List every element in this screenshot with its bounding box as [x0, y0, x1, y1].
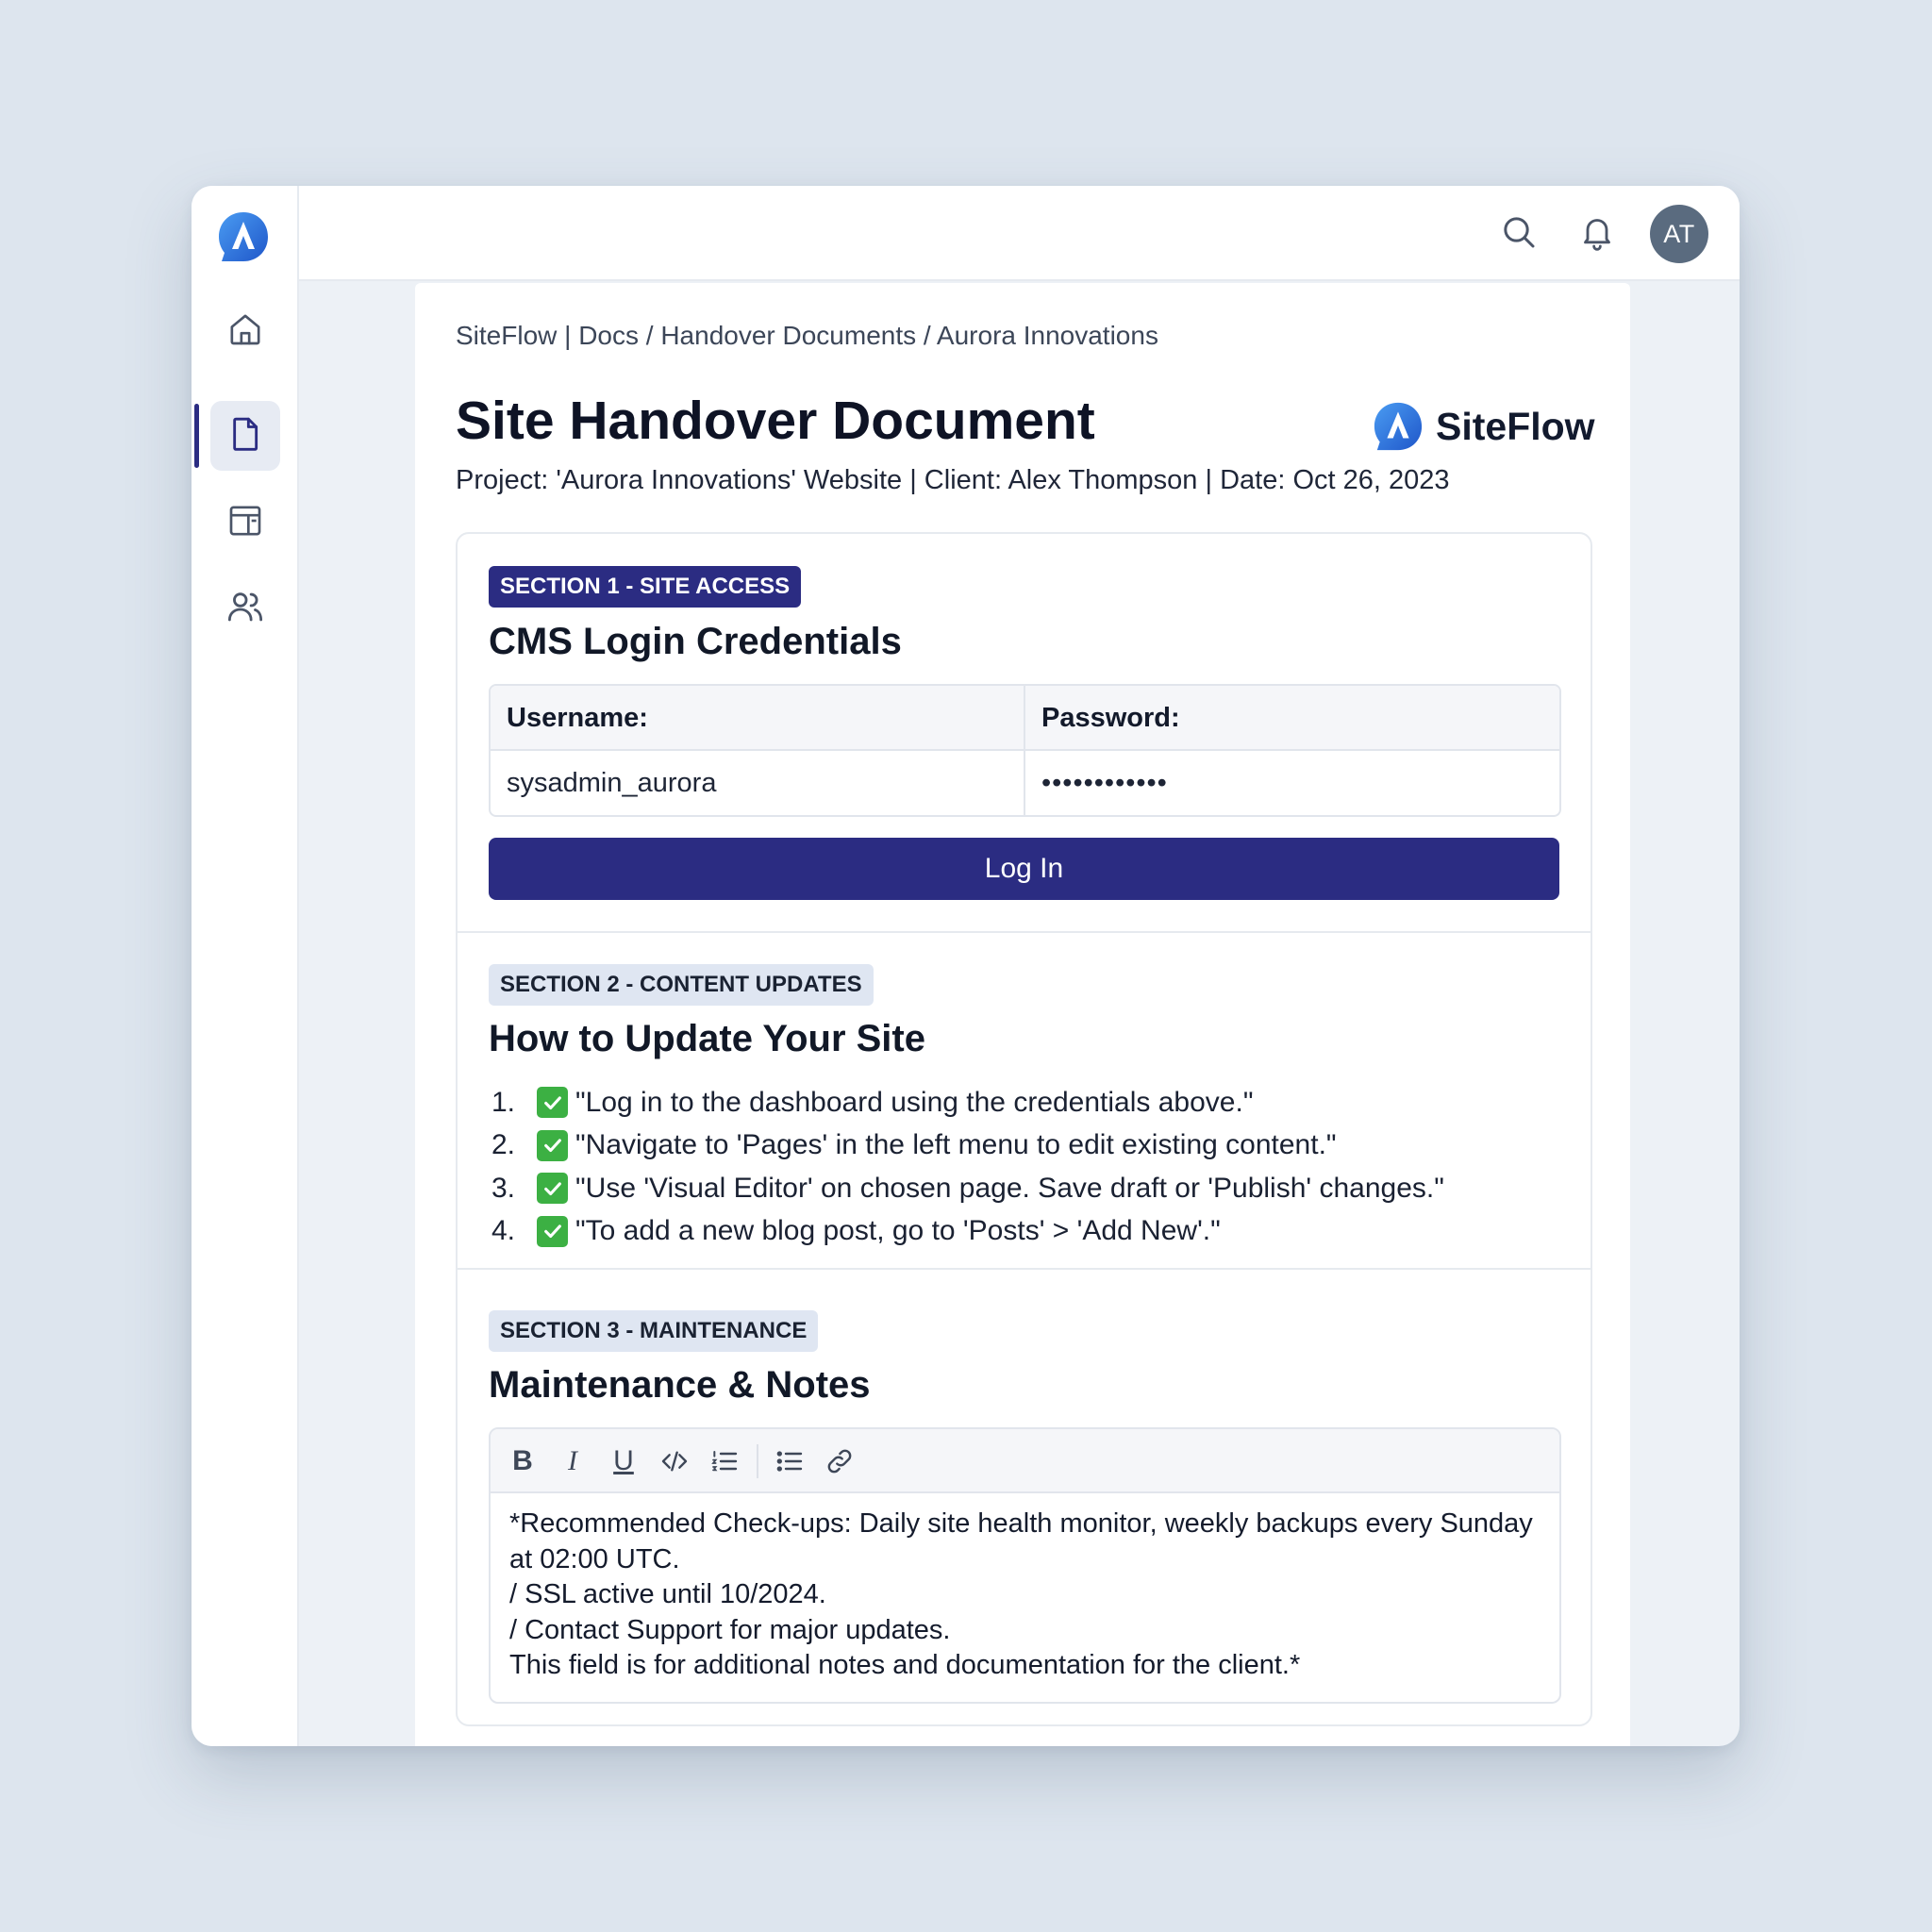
users-icon: [225, 587, 265, 631]
notes-line: This field is for additional notes and d…: [509, 1650, 1301, 1680]
sections-card: SECTION 1 - SITE ACCESS CMS Login Creden…: [456, 532, 1592, 1726]
step-number: 3.: [491, 1172, 516, 1204]
step-number: 4.: [491, 1215, 516, 1247]
section-divider: [458, 931, 1591, 933]
section-3-badge: SECTION 3 - MAINTENANCE: [489, 1310, 819, 1352]
link-icon: [827, 1449, 852, 1474]
code-icon: [661, 1451, 688, 1472]
sidebar-item-documents[interactable]: [194, 401, 280, 471]
list-item: 3. "Use 'Visual Editor' on chosen page. …: [491, 1167, 1444, 1210]
ordered-list-icon: [711, 1451, 738, 1472]
list-item: 1. "Log in to the dashboard using the cr…: [491, 1081, 1444, 1124]
sidebar-item-home[interactable]: [210, 296, 280, 366]
document-icon: [226, 415, 264, 458]
section-2-badge: SECTION 2 - CONTENT UPDATES: [489, 964, 874, 1006]
document-panel: SiteFlow | Docs / Handover Documents / A…: [415, 283, 1630, 1746]
checkmark-icon: [537, 1173, 568, 1205]
siteflow-brand-icon: [1374, 402, 1423, 451]
list-item: 2. "Navigate to 'Pages' in the left menu…: [491, 1124, 1444, 1168]
sidebar-item-pages[interactable]: [210, 488, 280, 558]
code-button[interactable]: [656, 1442, 693, 1480]
step-number: 1.: [491, 1086, 516, 1118]
underline-button[interactable]: U: [605, 1442, 642, 1480]
link-button[interactable]: [821, 1442, 858, 1480]
bullet-list-button[interactable]: [771, 1442, 808, 1480]
notes-line: *Recommended Check-ups: Daily site healt…: [509, 1508, 1533, 1539]
search-icon[interactable]: [1497, 210, 1541, 254]
notes-text[interactable]: *Recommended Check-ups: Daily site healt…: [509, 1507, 1541, 1684]
password-label: Password:: [1041, 703, 1180, 733]
notes-editor[interactable]: B I U *Recommended Check-ups: Daily site…: [489, 1427, 1561, 1704]
steps-list: 1. "Log in to the dashboard using the cr…: [491, 1081, 1444, 1253]
siteflow-logo-icon[interactable]: [216, 209, 271, 264]
section-1-badge: SECTION 1 - SITE ACCESS: [489, 566, 802, 608]
top-bar: AT: [299, 186, 1740, 281]
editor-toolbar: B I U: [491, 1429, 1559, 1493]
step-number: 2.: [491, 1129, 516, 1161]
step-text: "Navigate to 'Pages' in the left menu to…: [575, 1129, 1337, 1161]
brand-name: SiteFlow: [1436, 404, 1595, 448]
bold-button[interactable]: B: [504, 1442, 541, 1480]
credentials-table: Username: Password: sysadmin_aurora ••••…: [489, 684, 1561, 817]
step-text: "Use 'Visual Editor' on chosen page. Sav…: [575, 1172, 1444, 1204]
italic-button[interactable]: I: [554, 1442, 591, 1480]
notes-line: / Contact Support for major updates.: [509, 1614, 951, 1645]
layout-icon: [226, 502, 264, 544]
section-3-title: Maintenance & Notes: [489, 1364, 871, 1406]
step-text: "Log in to the dashboard using the crede…: [575, 1086, 1254, 1118]
notes-line: at 02:00 UTC.: [509, 1543, 680, 1574]
section-2-title: How to Update Your Site: [489, 1018, 925, 1059]
password-value[interactable]: ••••••••••••: [1041, 768, 1168, 799]
username-label: Username:: [507, 703, 648, 733]
brand-logo: SiteFlow: [1372, 398, 1595, 455]
sidebar: [192, 186, 299, 1746]
checkmark-icon: [537, 1129, 568, 1161]
breadcrumb[interactable]: SiteFlow | Docs / Handover Documents / A…: [456, 321, 1158, 351]
list-item: 4. "To add a new blog post, go to 'Posts…: [491, 1210, 1444, 1254]
sidebar-item-users[interactable]: [210, 574, 280, 643]
bullet-list-icon: [776, 1451, 803, 1472]
section-divider: [458, 1268, 1591, 1270]
checkmark-icon: [537, 1215, 568, 1247]
section-1-title: CMS Login Credentials: [489, 621, 902, 662]
active-indicator: [194, 404, 199, 468]
login-button[interactable]: Log In: [489, 838, 1559, 900]
username-value[interactable]: sysadmin_aurora: [507, 768, 716, 799]
app-window: AT SiteFlow | Docs / Handover Documents …: [192, 186, 1740, 1746]
home-icon: [226, 310, 264, 353]
step-text: "To add a new blog post, go to 'Posts' >…: [575, 1215, 1221, 1247]
page-title: Site Handover Document: [456, 391, 1095, 451]
bell-icon[interactable]: [1575, 210, 1619, 254]
document-meta: Project: 'Aurora Innovations' Website | …: [456, 465, 1450, 495]
toolbar-separator: [757, 1444, 758, 1478]
credentials-divider: [1024, 686, 1025, 815]
notes-line: / SSL active until 10/2024.: [509, 1579, 826, 1609]
avatar[interactable]: AT: [1650, 205, 1708, 263]
ordered-list-button[interactable]: [706, 1442, 743, 1480]
checkmark-icon: [537, 1087, 568, 1119]
